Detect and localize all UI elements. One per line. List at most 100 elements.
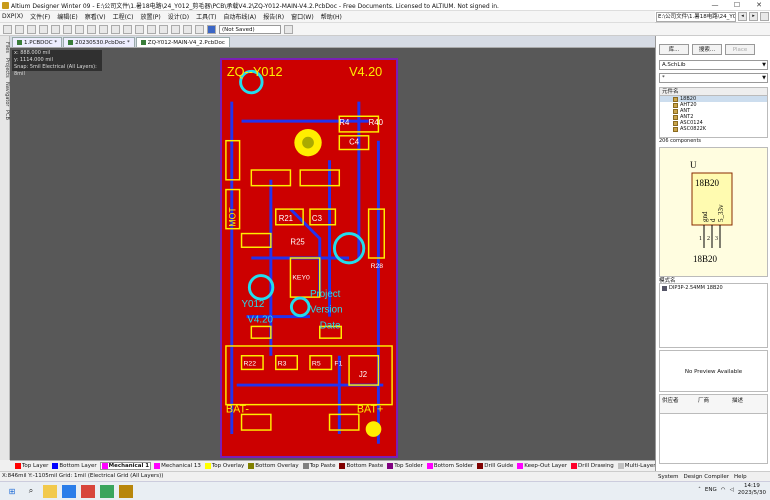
save-icon[interactable] — [27, 24, 36, 34]
pcb-canvas[interactable]: x: 888.000 mil y: 1114.000 mil Snap: 5mi… — [10, 48, 655, 460]
maximize-button[interactable]: ☐ — [727, 0, 747, 11]
menu-file[interactable]: 文件(F) — [30, 12, 50, 21]
document-tabs: 1.PCBDOC * 20230530.PcbDoc * ZQ-Y012-MAI… — [10, 36, 655, 48]
model-list[interactable]: DIP3P-2.54MM 18B20 — [659, 283, 768, 348]
close-button[interactable]: ✕ — [749, 0, 769, 11]
layer-tab-mechanical-13[interactable]: Mechanical 13 — [153, 463, 202, 469]
dropdown-arrow-icon[interactable] — [284, 24, 293, 34]
pcb-label: MOT — [228, 207, 238, 227]
print-icon[interactable] — [39, 24, 48, 34]
layer-tab-drill-drawing[interactable]: Drill Drawing — [570, 463, 615, 469]
clock-time: 14:19 — [743, 483, 760, 489]
redo-icon[interactable] — [171, 24, 180, 34]
manufacturer-col[interactable]: 厂商 — [698, 396, 709, 404]
component-list-header[interactable]: 元件名 — [659, 87, 768, 96]
doc-tab-2[interactable]: 20230530.PcbDoc * — [63, 37, 135, 47]
snapshot-icon[interactable] — [207, 24, 216, 34]
layer-tab-mechanical-1[interactable]: Mechanical 1 — [99, 462, 152, 470]
undo-icon[interactable] — [159, 24, 168, 34]
projects-tab[interactable]: Projects — [0, 57, 10, 79]
altium-taskbar-icon[interactable] — [119, 484, 133, 498]
component-icon — [673, 96, 678, 102]
chevron-up-icon[interactable]: ˄ — [698, 487, 701, 493]
help-button[interactable]: Help — [734, 474, 747, 480]
menu-help[interactable]: 帮助(H) — [321, 12, 342, 21]
select-icon[interactable] — [123, 24, 132, 34]
menu-place[interactable]: 放置(P) — [140, 12, 160, 21]
wifi-icon[interactable]: ◠ — [721, 487, 726, 493]
deselect-icon[interactable] — [147, 24, 156, 34]
list-item[interactable]: ASC0822K — [660, 126, 767, 132]
files-tab[interactable]: Files — [0, 39, 10, 55]
description-col[interactable]: 描述 — [732, 396, 743, 404]
app-icon[interactable] — [81, 484, 95, 498]
search-button[interactable]: 搜索... — [692, 44, 722, 55]
rule-check-icon[interactable] — [195, 24, 204, 34]
language-indicator[interactable]: ENG — [705, 487, 717, 493]
layer-tab-top-overlay[interactable]: Top Overlay — [204, 463, 245, 469]
layer-tab-bottom-layer[interactable]: Bottom Layer — [51, 463, 97, 469]
path-input[interactable]: E:\公司文件\1.暑18电路\24_Y012_剪毛器\ — [656, 11, 736, 22]
wechat-icon[interactable] — [100, 484, 114, 498]
pin-number: 2 — [707, 236, 710, 242]
copy-icon[interactable] — [99, 24, 108, 34]
forward-button[interactable]: ▸ — [749, 12, 758, 21]
layer-tab-top-solder[interactable]: Top Solder — [386, 463, 424, 469]
main-toolbar: (Not Saved) — [0, 23, 655, 36]
open-folder-icon[interactable] — [15, 24, 24, 34]
library-select[interactable]: A.SchLib ▼ — [659, 60, 768, 70]
layer-tab-bottom-paste[interactable]: Bottom Paste — [338, 463, 384, 469]
back-button[interactable]: ◂ — [738, 12, 747, 21]
place-button[interactable]: Place — [725, 44, 755, 55]
browser-icon[interactable] — [62, 484, 76, 498]
layer-tab-keep-out[interactable]: Keep-Out Layer — [516, 463, 568, 469]
doc-tab-1[interactable]: 1.PCBDOC * — [12, 37, 63, 47]
filter-input[interactable]: * ▼ — [659, 73, 768, 83]
search-icon[interactable]: ⌕ — [24, 485, 38, 498]
layer-tab-bottom-overlay[interactable]: Bottom Overlay — [247, 463, 299, 469]
clock[interactable]: 14:19 2023/5/30 — [738, 483, 766, 497]
pcb-board[interactable]: ZQ--Y012 V4.20 R4 R40 C4 R21 C3 R25 MOT … — [220, 58, 398, 458]
windows-start-icon[interactable]: ⊞ — [5, 485, 19, 498]
layer-tab-multi-layer[interactable]: Multi-Layer — [617, 463, 657, 469]
paste-icon[interactable] — [111, 24, 120, 34]
minimize-button[interactable]: — — [705, 0, 725, 11]
menu-view[interactable]: 察看(V) — [85, 12, 106, 21]
home-icon[interactable] — [760, 12, 769, 21]
cut-icon[interactable] — [87, 24, 96, 34]
system-panel-button[interactable]: System — [658, 474, 679, 480]
supplier-list[interactable] — [659, 414, 768, 464]
move-icon[interactable] — [135, 24, 144, 34]
menu-design[interactable]: 设计(D) — [168, 12, 189, 21]
layer-tab-top-paste[interactable]: Top Paste — [302, 463, 337, 469]
layer-tab-bottom-solder[interactable]: Bottom Solder — [426, 463, 474, 469]
zoom-area-icon[interactable] — [75, 24, 84, 34]
menu-edit[interactable]: 编辑(E) — [57, 12, 77, 21]
layer-tab-top-layer[interactable]: Top Layer — [14, 463, 49, 469]
zoom-in-icon[interactable] — [51, 24, 60, 34]
design-compiler-button[interactable]: Design Compiler — [684, 474, 730, 480]
menu-autoroute[interactable]: 自动布线(A) — [223, 12, 256, 21]
swatch-icon — [571, 463, 578, 469]
layer-tab-drill-guide[interactable]: Drill Guide — [476, 463, 514, 469]
menu-project[interactable]: 工程(C) — [113, 12, 134, 21]
model-row[interactable]: DIP3P-2.54MM 18B20 — [662, 285, 723, 291]
component-list[interactable]: 18B20 AHT20 ANT ANT2 ASC0124 ASC0822K — [659, 96, 768, 138]
supplier-col[interactable]: 供应者 — [662, 396, 679, 404]
volume-icon[interactable]: ◁ — [730, 487, 734, 493]
menu-dxp[interactable]: DXP(X) — [2, 13, 23, 20]
menu-tools[interactable]: 工具(T) — [196, 12, 216, 21]
zoom-fit-icon[interactable] — [63, 24, 72, 34]
component-icon — [673, 102, 678, 108]
navigator-tab[interactable]: Navigator — [0, 81, 10, 107]
file-explorer-icon[interactable] — [43, 484, 57, 498]
browse-icon[interactable] — [183, 24, 192, 34]
menu-window[interactable]: 窗口(W) — [291, 12, 314, 21]
saved-state-dropdown[interactable]: (Not Saved) — [219, 24, 281, 34]
menu-reports[interactable]: 报告(R) — [263, 12, 284, 21]
libraries-button[interactable]: 库... — [659, 44, 689, 55]
pcb-tab[interactable]: PCB — [0, 109, 10, 121]
new-file-icon[interactable] — [3, 24, 12, 34]
board-title-right: V4.20 — [349, 65, 382, 79]
doc-tab-3[interactable]: ZQ-Y012-MAIN-V4_2.PcbDoc — [135, 37, 230, 47]
